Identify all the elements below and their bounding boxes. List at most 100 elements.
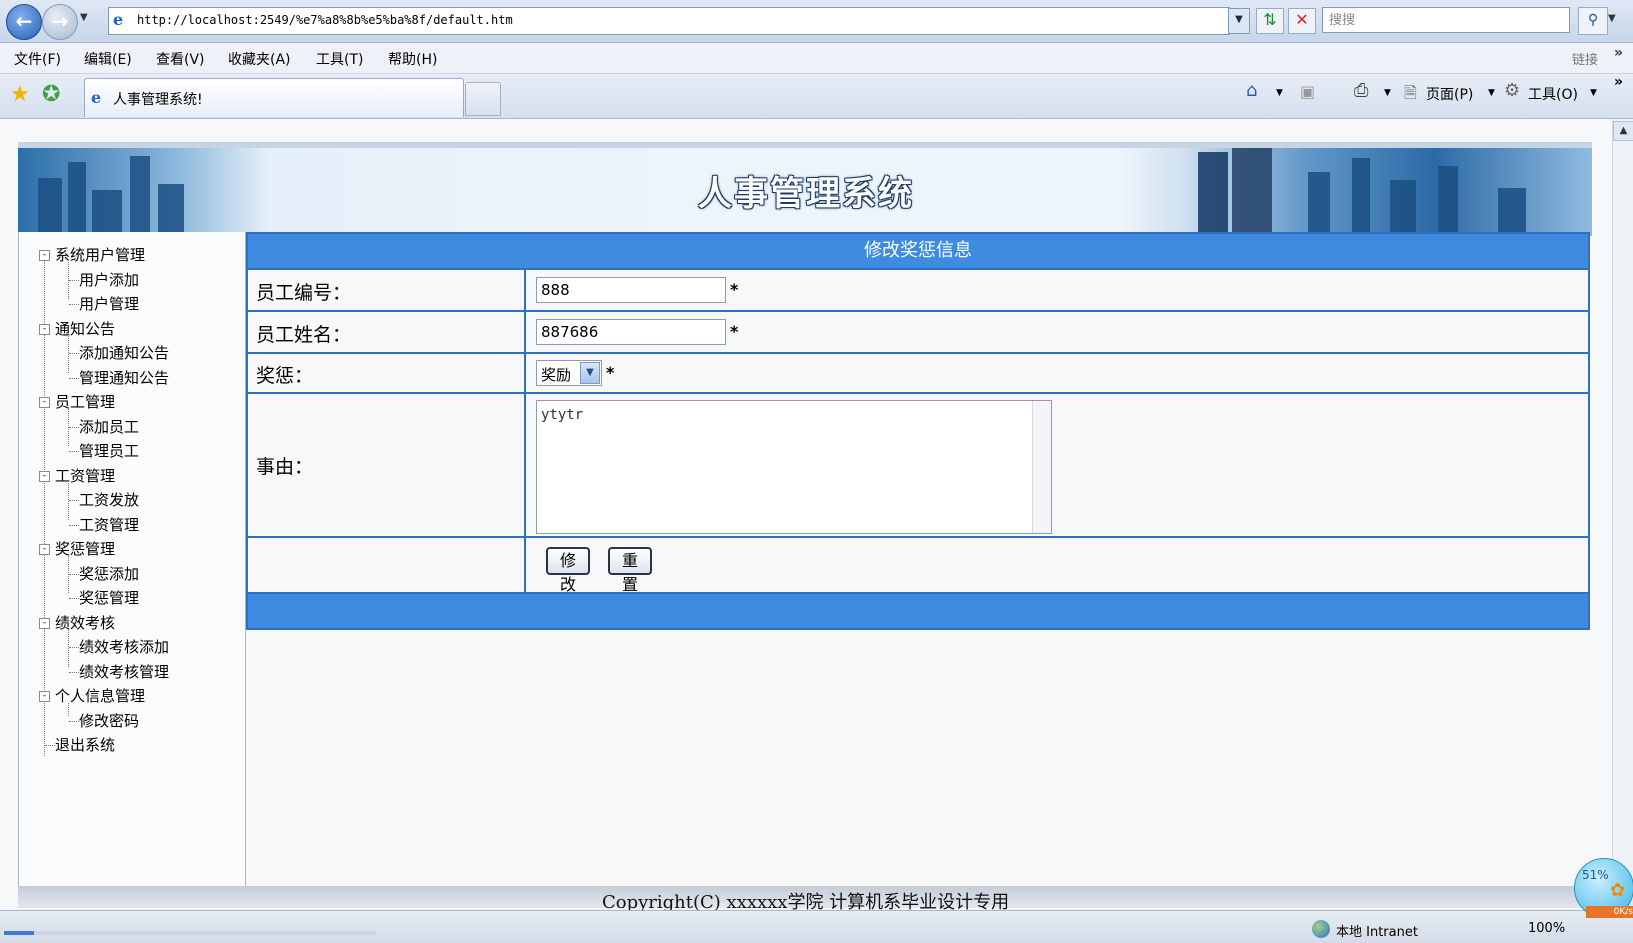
url-dropdown-icon[interactable]: ▼ — [1228, 8, 1250, 34]
form-footer-bar — [248, 594, 1588, 628]
stop-icon[interactable]: ✕ — [1288, 8, 1316, 34]
address-bar: ← → ▼ e http://localhost:2549/%e7%a8%8b%… — [0, 0, 1633, 43]
sidebar-item[interactable]: 管理员工 — [79, 440, 139, 461]
sidebar-item[interactable]: 用户添加 — [79, 269, 139, 290]
menu-file[interactable]: 文件(F) — [14, 49, 61, 69]
reward-punish-select[interactable]: 奖励 ▼ — [536, 360, 602, 386]
tab-bar: ★ ✪ e 人事管理系统! ⌂ ▼ ▣ ⎙ ▼ 🗎 页面(P) ▼ ⚙ 工具(O… — [0, 74, 1633, 119]
sidebar-item[interactable]: 奖惩添加 — [79, 563, 139, 584]
sidebar-group[interactable]: 通知公告 — [55, 318, 115, 339]
speed-percent: 51% — [1582, 868, 1609, 882]
reason-text: ytytr — [541, 407, 584, 423]
tree-toggle-icon[interactable]: - — [39, 250, 50, 261]
home-icon[interactable]: ⌂ — [1246, 80, 1257, 101]
speed-rate: 0K/s — [1586, 906, 1633, 918]
tree-toggle-icon[interactable]: - — [39, 470, 50, 482]
reason-label: 事由： — [256, 456, 314, 478]
menu-tools[interactable]: 工具(T) — [316, 49, 363, 69]
menu-favorites[interactable]: 收藏夹(A) — [228, 49, 291, 69]
print-dropdown-icon[interactable]: ▼ — [1384, 88, 1391, 98]
page-icon: 🗎 — [1404, 83, 1417, 102]
sidebar-item[interactable]: 工资管理 — [79, 514, 139, 535]
search-dropdown-icon[interactable]: ▼ — [1608, 13, 1616, 24]
sidebar-item[interactable]: 添加员工 — [79, 416, 139, 437]
scroll-up-icon[interactable]: ▲ — [1613, 121, 1633, 141]
page-dropdown-icon[interactable]: ▼ — [1488, 88, 1495, 98]
fish-icon: ✿ — [1610, 880, 1626, 901]
url-text: http://localhost:2549/%e7%a8%8b%e5%ba%8f… — [137, 13, 513, 27]
employee-id-input[interactable]: 888 — [536, 277, 726, 303]
menu-help[interactable]: 帮助(H) — [388, 49, 437, 69]
links-label[interactable]: 链接 — [1572, 49, 1598, 68]
print-icon[interactable]: ⎙ — [1354, 80, 1368, 101]
reward-punish-label: 奖惩： — [256, 365, 314, 387]
tree-toggle-icon[interactable]: - — [39, 323, 50, 335]
network-speed-widget[interactable]: 51% ✿ 0K/s — [1566, 856, 1633, 920]
vertical-scrollbar[interactable]: ▲ ▼ — [1612, 119, 1633, 909]
reward-punish-selected: 奖励 — [541, 366, 572, 384]
tree-toggle-icon[interactable]: - — [39, 617, 50, 629]
employee-name-row: 员工姓名： 887686 * — [248, 312, 1588, 352]
employee-name-label: 员工姓名： — [256, 324, 352, 346]
sidebar-item[interactable]: 工资发放 — [79, 489, 139, 510]
sidebar-item[interactable]: 奖惩管理 — [79, 587, 139, 608]
search-input[interactable]: 搜搜 — [1322, 7, 1570, 33]
tools-menu[interactable]: 工具(O) — [1528, 84, 1578, 104]
tree-toggle-icon[interactable]: - — [39, 691, 50, 702]
new-tab-button[interactable] — [465, 82, 501, 116]
required-mark: * — [730, 280, 739, 299]
history-dropdown-icon[interactable]: ▼ — [80, 12, 88, 23]
textarea-scrollbar[interactable] — [1032, 401, 1051, 533]
sidebar-item[interactable]: 用户管理 — [79, 293, 139, 314]
chevron-right-icon[interactable]: » — [1614, 45, 1623, 61]
reward-punish-row: 奖惩： 奖励 ▼ * — [248, 354, 1588, 392]
loading-progress — [4, 931, 376, 935]
search-icon[interactable]: ⚲ — [1578, 7, 1608, 35]
page-menu[interactable]: 页面(P) — [1426, 84, 1473, 104]
zoom-level[interactable]: 100% — [1528, 921, 1565, 936]
ie-page-icon: e — [91, 88, 102, 107]
sidebar-group[interactable]: 绩效考核 — [55, 612, 115, 633]
required-mark: * — [730, 322, 739, 341]
favorites-star-icon[interactable]: ★ — [10, 82, 30, 107]
sidebar-group[interactable]: 奖惩管理 — [55, 538, 115, 559]
chevron-down-icon[interactable]: ▼ — [580, 362, 600, 384]
reason-textarea[interactable]: ytytr — [536, 400, 1052, 534]
gear-icon: ⚙ — [1504, 80, 1521, 101]
sidebar-group[interactable]: 工资管理 — [55, 465, 115, 486]
app-title: 人事管理系统 — [698, 174, 914, 214]
tree-toggle-icon[interactable]: - — [39, 397, 50, 408]
feed-icon[interactable]: ▣ — [1300, 82, 1315, 101]
menu-view[interactable]: 查看(V) — [156, 49, 205, 69]
security-zone[interactable]: 本地 Intranet — [1336, 921, 1418, 940]
sidebar-item-logout[interactable]: 退出系统 — [55, 734, 115, 755]
sidebar-group[interactable]: 员工管理 — [55, 391, 115, 412]
employee-id-row: 员工编号： 888 * — [248, 270, 1588, 310]
tools-dropdown-icon[interactable]: ▼ — [1590, 88, 1597, 98]
reset-button[interactable]: 重置 — [608, 547, 652, 594]
sidebar-item[interactable]: 管理通知公告 — [79, 367, 169, 388]
app-banner: 人事管理系统 — [18, 142, 1592, 236]
sidebar-item[interactable]: 添加通知公告 — [79, 342, 169, 363]
ie-page-icon: e — [113, 10, 124, 29]
menu-edit[interactable]: 编辑(E) — [84, 49, 132, 69]
required-mark: * — [606, 363, 615, 382]
chevron-right-icon[interactable]: » — [1614, 74, 1623, 90]
actions-row: 修改 重置 — [248, 538, 1588, 594]
tab-active[interactable]: e 人事管理系统! — [84, 78, 464, 117]
tree-toggle-icon[interactable]: - — [39, 544, 50, 555]
employee-name-input[interactable]: 887686 — [536, 319, 726, 345]
home-dropdown-icon[interactable]: ▼ — [1276, 88, 1283, 98]
refresh-icon[interactable]: ⇅ — [1256, 8, 1284, 34]
add-favorite-icon[interactable]: ✪ — [42, 82, 60, 107]
edit-reward-punish-form: 修改奖惩信息 员工编号： 888 * 员工姓名： 887686 * 奖惩： 奖励… — [246, 232, 1590, 630]
form-title: 修改奖惩信息 — [248, 234, 1588, 268]
url-field[interactable]: e http://localhost:2549/%e7%a8%8b%e5%ba%… — [108, 7, 1230, 35]
status-bar: 本地 Intranet 100% — [0, 910, 1633, 943]
sidebar-item[interactable]: 修改密码 — [79, 710, 139, 731]
submit-button[interactable]: 修改 — [546, 547, 590, 594]
back-button[interactable]: ← — [6, 4, 42, 40]
forward-button[interactable]: → — [42, 4, 78, 40]
sidebar-item[interactable]: 绩效考核管理 — [79, 661, 169, 682]
sidebar-item[interactable]: 绩效考核添加 — [79, 636, 169, 657]
